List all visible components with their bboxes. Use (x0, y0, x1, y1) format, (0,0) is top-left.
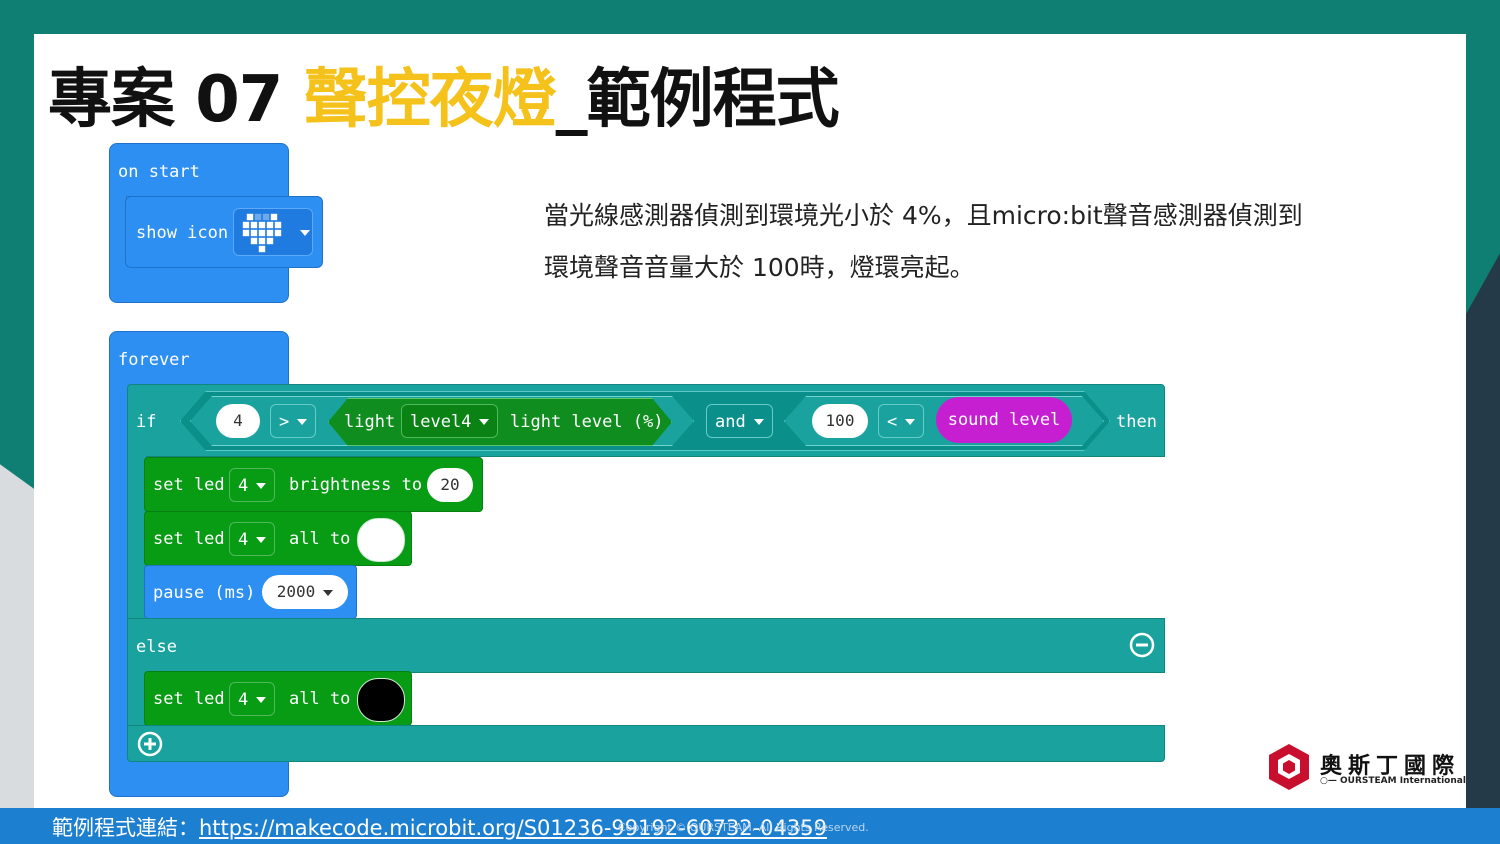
on-start-foot (109, 266, 289, 303)
if-label: if (136, 412, 157, 432)
set-led-label-2: set led (153, 529, 225, 549)
brightness-input[interactable]: 20 (427, 468, 473, 502)
pause-block[interactable]: pause (ms) 2000 (144, 565, 357, 619)
led-port-label-2: 4 (238, 530, 249, 550)
operator-dropdown-2[interactable]: < (878, 404, 925, 438)
and-label: and (715, 412, 746, 432)
operator-2-label: < (887, 412, 898, 432)
led-port-label-1: 4 (238, 476, 249, 496)
pause-label: pause (ms) (153, 583, 256, 603)
light-threshold-input[interactable]: 4 (216, 404, 260, 438)
color-swatch-on[interactable] (357, 518, 405, 562)
title-suffix: _範例程式 (555, 63, 840, 137)
sound-threshold-input[interactable]: 100 (812, 404, 868, 438)
forever-hat[interactable]: forever (109, 331, 289, 387)
title-prefix: 專案 07 (48, 63, 304, 137)
led-port-dropdown-2[interactable]: 4 (229, 522, 276, 556)
if-block-bottom (127, 725, 1165, 762)
else-bar: else (127, 618, 1165, 673)
on-start-hat[interactable]: on start (109, 143, 289, 197)
add-else-icon[interactable] (136, 730, 164, 758)
logic-op-dropdown[interactable]: and (706, 404, 773, 438)
led-port-dropdown-1[interactable]: 4 (229, 468, 276, 502)
operator-1-label: > (279, 412, 290, 432)
set-led-label-1: set led (153, 475, 225, 495)
brightness-to-label: brightness to (289, 475, 423, 495)
light-port-dropdown[interactable]: level4 (401, 404, 499, 438)
heart-icon (242, 213, 282, 253)
light-port-label: level4 (410, 412, 472, 432)
led-port-dropdown-3[interactable]: 4 (229, 682, 276, 716)
forever-body (109, 385, 129, 765)
remove-else-icon[interactable] (1128, 631, 1156, 659)
set-led-brightness-block[interactable]: set led 4 brightness to 20 (144, 457, 483, 512)
light-label: light (344, 412, 396, 432)
icon-dropdown[interactable] (233, 208, 313, 256)
if-then-else-block[interactable]: if 4 > light level4 light level (%) and … (127, 384, 1165, 457)
set-led-color-on-block[interactable]: set led 4 all to (144, 511, 412, 566)
show-icon-label: show icon (136, 223, 229, 243)
then-label: then (1116, 412, 1157, 432)
pause-duration-dropdown[interactable]: 2000 (262, 575, 348, 609)
oursteam-logo-icon (1269, 744, 1309, 790)
footer-label: 範例程式連結： (52, 816, 199, 840)
set-led-color-off-block[interactable]: set led 4 all to (144, 671, 412, 726)
pause-duration-label: 2000 (276, 582, 316, 601)
light-level-label: light level (%) (510, 412, 664, 432)
led-port-label-3: 4 (238, 690, 249, 710)
forever-foot (109, 760, 289, 797)
forever-label: forever (118, 350, 190, 370)
color-swatch-off[interactable] (357, 678, 405, 722)
all-to-label-1: all to (289, 529, 351, 549)
logo-subtitle: ○— OURSTEAM International (1320, 776, 1466, 786)
sound-level-block[interactable]: sound level (936, 397, 1072, 443)
slide-title: 專案 07 聲控夜燈_範例程式 (48, 48, 840, 140)
else-label: else (136, 637, 177, 657)
all-to-label-2: all to (289, 689, 351, 709)
set-led-label-3: set led (153, 689, 225, 709)
operator-dropdown-1[interactable]: > (270, 404, 317, 438)
title-highlight: 聲控夜燈 (303, 63, 557, 137)
description-text: 當光線感測器偵測到環境光小於 4%，且micro:bit聲音感測器偵測到環境聲音… (544, 201, 1303, 282)
on-start-label: on start (118, 162, 200, 182)
show-icon-block[interactable]: show icon (125, 196, 323, 268)
copyright-text: Copyright © OURSTEAM. All Rights Reserve… (618, 821, 869, 834)
logo-subtitle-text: OURSTEAM International (1340, 776, 1466, 786)
